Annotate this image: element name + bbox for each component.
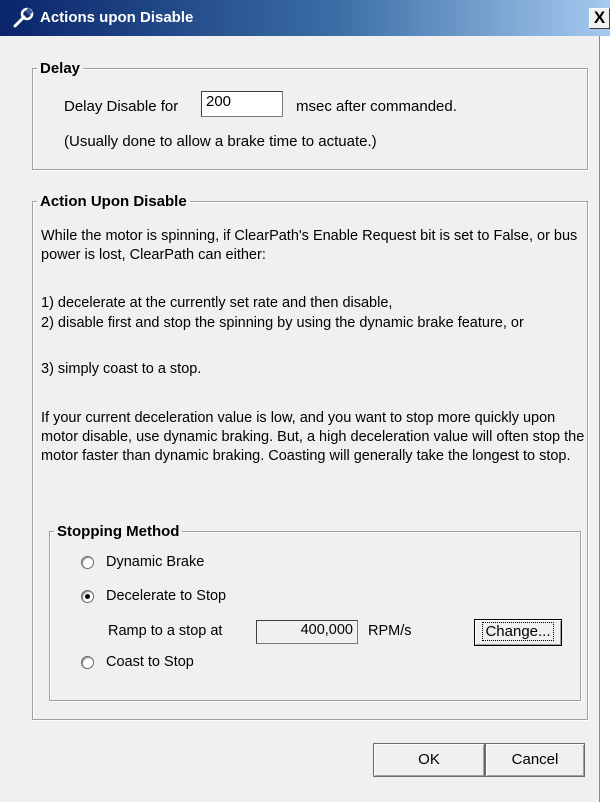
wrench-icon	[13, 7, 34, 28]
dynamic-brake-radio[interactable]	[81, 556, 94, 569]
close-icon[interactable]: X	[589, 8, 610, 29]
decelerate-radio[interactable]	[81, 590, 94, 603]
action-explanation-text: If your current deceleration value is lo…	[41, 410, 585, 464]
ramp-value-field: 400,000	[256, 620, 358, 644]
action-intro-text: While the motor is spinning, if ClearPat…	[41, 228, 578, 263]
ok-button[interactable]: OK	[373, 743, 485, 777]
window-title: Actions upon Disable	[40, 9, 194, 26]
dynamic-brake-label[interactable]: Dynamic Brake	[106, 554, 204, 570]
delay-group: Delay	[32, 60, 588, 170]
coast-radio[interactable]	[81, 656, 94, 669]
change-button[interactable]: Change...	[474, 619, 562, 646]
cancel-button[interactable]: Cancel	[485, 743, 585, 777]
stopping-method-group: Stopping Method	[49, 523, 581, 701]
option-1-text: 1) decelerate at the currently set rate …	[41, 295, 393, 311]
ramp-unit-label: RPM/s	[368, 623, 412, 639]
coast-label[interactable]: Coast to Stop	[106, 654, 194, 670]
dialog-window: Actions upon Disable X Delay Delay Disab…	[0, 0, 610, 802]
delay-input[interactable]: 200	[201, 91, 283, 117]
stopping-method-legend: Stopping Method	[57, 523, 180, 540]
option-3-text: 3) simply coast to a stop.	[41, 361, 202, 377]
action-legend: Action Upon Disable	[40, 193, 187, 210]
decelerate-label[interactable]: Decelerate to Stop	[106, 588, 226, 604]
delay-unit-label: msec after commanded.	[296, 98, 457, 115]
delay-note: (Usually done to allow a brake time to a…	[64, 133, 377, 150]
option-2-text: 2) disable first and stop the spinning b…	[41, 315, 524, 331]
ramp-label: Ramp to a stop at	[108, 623, 223, 639]
title-bar[interactable]: Actions upon Disable	[0, 0, 610, 36]
delay-legend: Delay	[40, 60, 81, 77]
change-button-label: Change...	[482, 622, 554, 641]
delay-label: Delay Disable for	[64, 98, 179, 115]
